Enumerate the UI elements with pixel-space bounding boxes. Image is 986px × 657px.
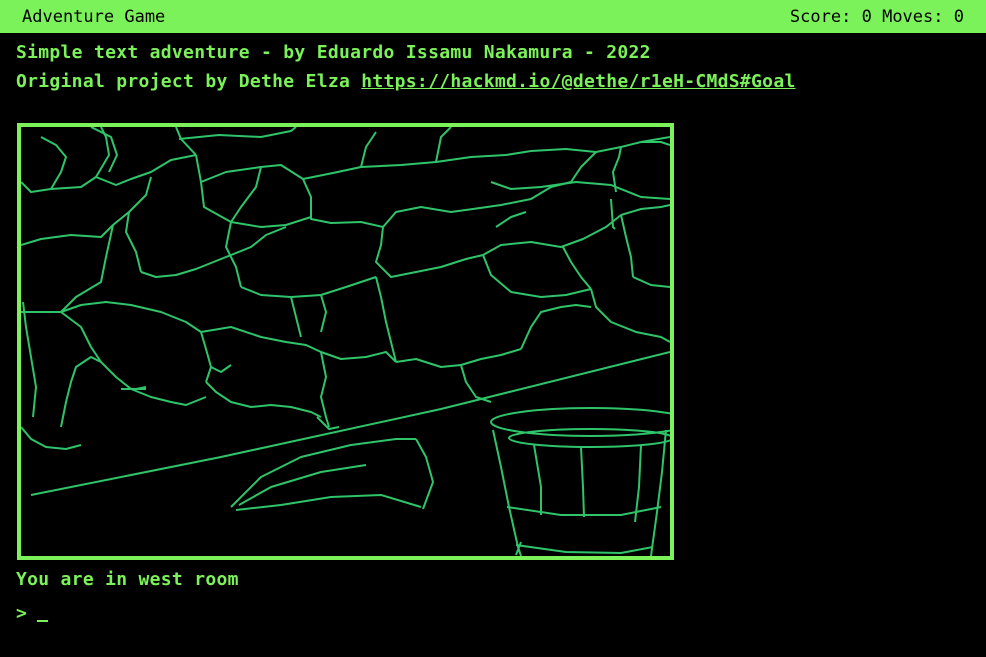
location-status: You are in west room [16, 569, 239, 590]
wall-ledge [610, 198, 616, 230]
title-bar: Adventure Game Score: 0 Moves: 0 [0, 0, 986, 33]
original-project-text: Original project by Dethe Elza [16, 71, 362, 92]
moves-label: Moves: [882, 6, 944, 27]
app-title: Adventure Game [22, 6, 166, 27]
intro-line-original: Original project by Dethe Elza https://h… [16, 71, 796, 92]
original-project-link[interactable]: https://hackmd.io/@dethe/r1eH-CMdS#Goal [361, 71, 795, 92]
score-value: 0 [861, 6, 872, 27]
bucket-drawing [490, 407, 670, 556]
floor-edge-line [30, 351, 670, 496]
prompt-symbol: > [16, 603, 27, 624]
intro-line-credits: Simple text adventure - by Eduardo Issam… [16, 42, 651, 63]
floor-object-drawing [230, 438, 434, 511]
score-display: Score: 0 Moves: 0 [790, 7, 964, 27]
command-prompt[interactable]: > [16, 603, 48, 624]
command-input-cursor[interactable] [36, 603, 48, 622]
scene-illustration [17, 123, 674, 560]
stone-wall-drawing [21, 127, 670, 450]
moves-value: 0 [953, 6, 964, 27]
score-label: Score: [789, 6, 852, 27]
west-room-drawing [21, 127, 670, 556]
